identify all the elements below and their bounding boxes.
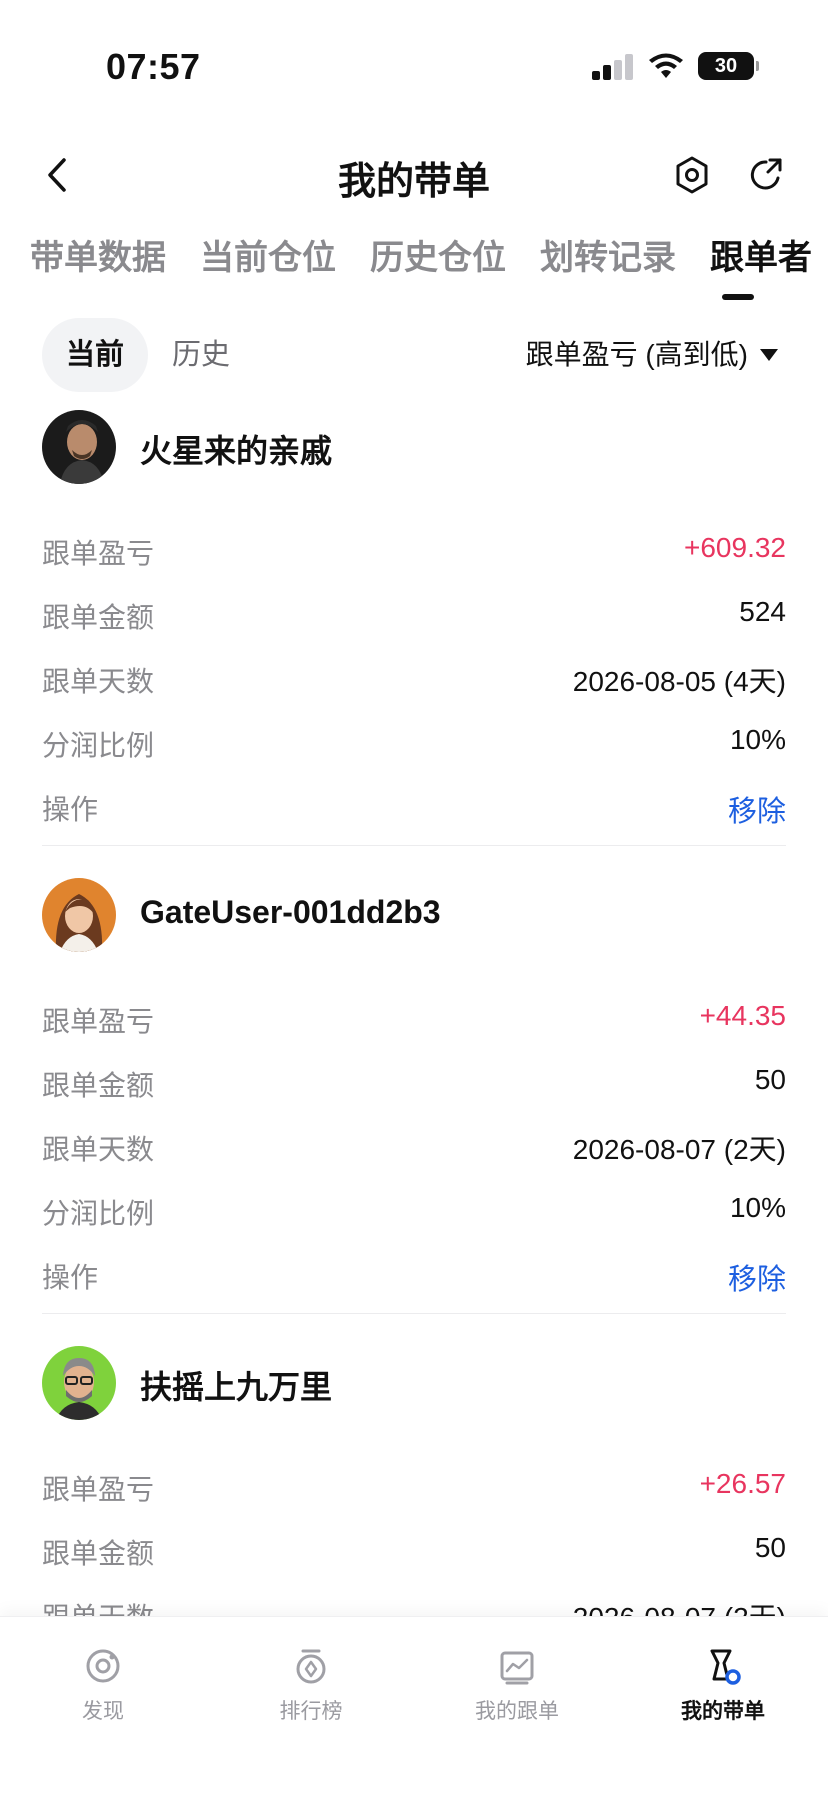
pnl-label: 跟单盈亏 xyxy=(42,1006,155,1037)
avatar[interactable] xyxy=(42,878,116,952)
action-label: 操作 xyxy=(42,1262,99,1293)
tab-lead-data[interactable]: 带单数据 xyxy=(30,232,200,284)
settings-hexagon-icon[interactable] xyxy=(670,152,714,198)
amount-value: 524 xyxy=(739,596,786,627)
follower-header: 扶摇上九万里 xyxy=(42,1346,786,1424)
my-copy-icon xyxy=(500,1651,534,1685)
amount-value: 50 xyxy=(754,1532,786,1563)
days-row: 跟单天数 2026-08-07 (2天) xyxy=(42,1116,786,1180)
nav-discover[interactable]: 发现 xyxy=(28,1645,178,1725)
share-value: 10% xyxy=(729,724,786,755)
segment-history[interactable]: 历史 xyxy=(172,318,230,392)
share-label: 分润比例 xyxy=(42,1198,155,1229)
tab-history-positions[interactable]: 历史仓位 xyxy=(370,232,540,284)
leaderboard-icon xyxy=(296,1649,326,1684)
days-label: 跟单天数 xyxy=(42,666,155,697)
pnl-label: 跟单盈亏 xyxy=(42,538,155,569)
amount-label: 跟单金额 xyxy=(42,1538,155,1569)
follower-name: GateUser-001dd2b3 xyxy=(140,894,441,930)
share-row: 分润比例 10% xyxy=(42,712,786,776)
follower-name: 火星来的亲戚 xyxy=(140,433,333,469)
days-value: 2026-08-05 (4天) xyxy=(572,666,786,697)
remove-button[interactable]: 移除 xyxy=(728,788,786,830)
follower-header: GateUser-001dd2b3 xyxy=(42,878,786,956)
share-label: 分润比例 xyxy=(42,730,155,761)
action-row: 操作 移除 xyxy=(42,1244,786,1308)
avatar[interactable] xyxy=(42,1346,116,1420)
tab-followers[interactable]: 跟单者 xyxy=(710,232,828,284)
follower-name: 扶摇上九万里 xyxy=(140,1369,333,1405)
caret-down-icon xyxy=(760,349,778,361)
follower-card: 火星来的亲戚 跟单盈亏 +609.32 跟单金额 524 跟单天数 2026-0… xyxy=(42,410,786,840)
amount-label: 跟单金额 xyxy=(42,1070,155,1101)
share-row: 分润比例 10% xyxy=(42,1180,786,1244)
header: 我的带单 xyxy=(0,140,828,210)
follower-card: GateUser-001dd2b3 跟单盈亏 +44.35 跟单金额 50 跟单… xyxy=(42,878,786,1308)
avatar[interactable] xyxy=(42,410,116,484)
tab-current-positions[interactable]: 当前仓位 xyxy=(200,232,370,284)
amount-value: 50 xyxy=(754,1064,786,1095)
nav-leaderboard[interactable]: 排行榜 xyxy=(236,1645,386,1725)
action-row: 操作 移除 xyxy=(42,776,786,840)
nav-my-lead[interactable]: 我的带单 xyxy=(648,1645,798,1725)
follower-header: 火星来的亲戚 xyxy=(42,410,786,488)
bottom-nav: 发现 排行榜 我的跟单 我的带单 xyxy=(0,1616,828,1801)
nav-label: 发现 xyxy=(82,1700,124,1723)
pnl-value: +44.35 xyxy=(699,1000,786,1031)
amount-row: 跟单金额 524 xyxy=(42,584,786,648)
sort-dropdown-label: 跟单盈亏 (高到低) xyxy=(525,339,748,370)
active-tab-indicator xyxy=(722,294,754,300)
status-bar: 07:57 30 xyxy=(0,0,828,120)
nav-label: 我的带单 xyxy=(681,1700,765,1723)
amount-row: 跟单金额 50 xyxy=(42,1052,786,1116)
my-lead-icon xyxy=(710,1649,741,1685)
nav-label: 我的跟单 xyxy=(475,1700,559,1723)
pnl-row: 跟单盈亏 +609.32 xyxy=(42,520,786,584)
pnl-label: 跟单盈亏 xyxy=(42,1474,155,1505)
pnl-value: +26.57 xyxy=(699,1468,786,1499)
sort-dropdown[interactable]: 跟单盈亏 (高到低) xyxy=(526,318,778,392)
action-label: 操作 xyxy=(42,794,99,825)
days-value: 2026-08-07 (2天) xyxy=(572,1134,786,1165)
remove-button[interactable]: 移除 xyxy=(728,1256,786,1298)
amount-row: 跟单金额 50 xyxy=(42,1520,786,1584)
pnl-row: 跟单盈亏 +26.57 xyxy=(42,1456,786,1520)
discover-icon xyxy=(86,1649,120,1683)
days-label: 跟单天数 xyxy=(42,1134,155,1165)
cellular-signal-icon xyxy=(592,54,636,80)
nav-my-copy[interactable]: 我的跟单 xyxy=(442,1645,592,1725)
divider xyxy=(42,1313,786,1314)
tab-bar: 带单数据 当前仓位 历史仓位 划转记录 跟单者 xyxy=(0,232,828,306)
tab-transfer-records[interactable]: 划转记录 xyxy=(540,232,710,284)
share-value: 10% xyxy=(729,1192,786,1223)
battery-icon: 30 xyxy=(698,52,759,80)
wifi-icon xyxy=(649,53,683,78)
share-icon[interactable] xyxy=(744,152,788,198)
pnl-row: 跟单盈亏 +44.35 xyxy=(42,988,786,1052)
divider xyxy=(42,845,786,846)
follower-card: 扶摇上九万里 跟单盈亏 +26.57 跟单金额 50 跟单天数 2026-08-… xyxy=(42,1346,786,1648)
status-time: 07:57 xyxy=(106,46,201,87)
pnl-value: +609.32 xyxy=(684,532,786,563)
filter-row: 当前 历史 跟单盈亏 (高到低) xyxy=(0,318,828,394)
segment-current[interactable]: 当前 xyxy=(42,318,148,392)
nav-label: 排行榜 xyxy=(279,1700,343,1723)
back-icon[interactable] xyxy=(38,152,78,198)
days-row: 跟单天数 2026-08-05 (4天) xyxy=(42,648,786,712)
amount-label: 跟单金额 xyxy=(42,602,155,633)
